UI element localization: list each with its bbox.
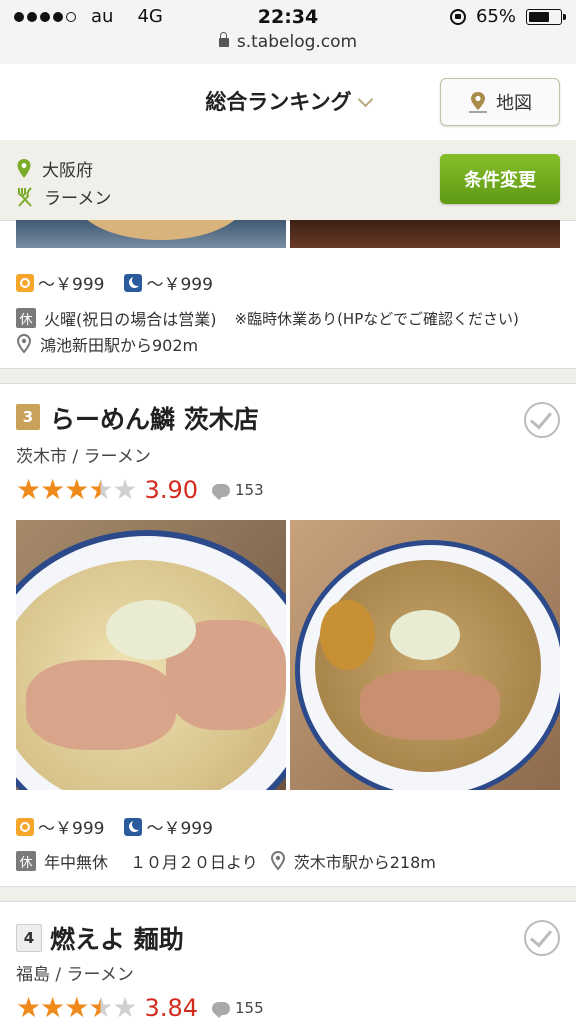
- rating-score: 3.90: [144, 476, 198, 504]
- lunch-price: ～￥999: [38, 819, 105, 839]
- condition-area: 大阪府: [16, 156, 93, 181]
- location-pin-icon: [16, 334, 32, 354]
- rating-row: ★ ★ ★ ★ ★ 3.90 153: [16, 473, 264, 506]
- rating-score: 3.84: [144, 994, 198, 1022]
- card-divider: [0, 886, 576, 902]
- star-icon: ★: [16, 473, 42, 506]
- star-icon: ★: [40, 991, 66, 1024]
- star-icon: ★: [16, 991, 42, 1024]
- condition-area-label: 大阪府: [42, 161, 93, 181]
- rank-badge: 3: [16, 404, 40, 430]
- price-row: ～￥999 ～￥999: [16, 814, 213, 839]
- condition-genre-label: ラーメン: [44, 189, 112, 209]
- holiday-text: 年中無休: [44, 853, 109, 872]
- star-rating: ★ ★ ★ ★ ★: [16, 991, 138, 1024]
- previous-holiday-row: 休 火曜(祝日の場合は営業) ※臨時休業あり(HPなどでご確認ください): [16, 306, 519, 330]
- review-count-value: 153: [234, 481, 264, 499]
- lunch-icon: [16, 817, 34, 836]
- comment-icon: [211, 1001, 230, 1018]
- lunch-icon: [16, 273, 34, 292]
- dinner-price: ～￥999: [146, 275, 213, 295]
- url-text: s.tabelog.com: [236, 32, 358, 52]
- star-icon: ★: [64, 991, 90, 1024]
- review-count[interactable]: 153: [211, 481, 264, 500]
- access-text: 茨木市駅から218m: [293, 853, 436, 872]
- previous-price-row: ～￥999 ～￥999: [16, 270, 213, 295]
- restaurant-area: 福島 / ラーメン: [16, 965, 134, 985]
- review-count-value: 155: [234, 999, 264, 1017]
- fork-knife-icon: [18, 186, 32, 207]
- holiday-text: 火曜(祝日の場合は営業): [44, 310, 217, 329]
- comment-icon: [211, 483, 230, 500]
- bookmark-check-icon[interactable]: [524, 920, 560, 956]
- dinner-icon: [124, 273, 143, 292]
- dinner-price: ～￥999: [146, 819, 213, 839]
- map-button-label: 地図: [496, 93, 532, 114]
- dinner-icon: [124, 817, 143, 836]
- chevron-down-icon: [357, 91, 373, 108]
- condition-genre: ラーメン: [16, 184, 111, 209]
- card-divider: [0, 368, 576, 384]
- battery-percent: 65%: [475, 6, 516, 27]
- map-button[interactable]: 地図: [440, 78, 560, 126]
- location-pin-icon: [17, 158, 31, 178]
- star-icon: ★: [112, 991, 138, 1024]
- bookmark-check-icon[interactable]: [524, 402, 560, 438]
- restaurant-name[interactable]: 燃えよ 麺助: [50, 920, 184, 956]
- previous-access-row: 鴻池新田駅から902m: [16, 332, 198, 356]
- previous-photo-1[interactable]: [16, 220, 286, 248]
- status-bar: au 4G 22:34 65% s.tabelog.com: [0, 0, 576, 64]
- address-bar[interactable]: s.tabelog.com: [0, 31, 576, 52]
- page-header: 総合ランキング 地図: [0, 64, 576, 141]
- page-title: 総合ランキング: [205, 90, 352, 114]
- half-star-icon: ★: [88, 991, 114, 1024]
- search-conditions: 大阪府 ラーメン 条件変更: [0, 140, 576, 221]
- half-star-icon: ★: [88, 473, 114, 506]
- opening-text: １０月２０日より: [130, 853, 258, 872]
- rotation-lock-icon: [449, 8, 466, 25]
- battery-icon: [526, 8, 566, 25]
- map-pin-icon: [469, 92, 487, 113]
- review-count[interactable]: 155: [211, 999, 264, 1018]
- star-icon: ★: [64, 473, 90, 506]
- rating-row: ★ ★ ★ ★ ★ 3.84 155: [16, 991, 264, 1024]
- rank-badge: 4: [16, 924, 42, 952]
- closed-day-icon: 休: [16, 851, 36, 871]
- location-pin-icon: [270, 851, 285, 871]
- holiday-note: ※臨時休業あり(HPなどでご確認ください): [234, 309, 519, 328]
- lunch-price: ～￥999: [38, 275, 105, 295]
- closed-day-icon: 休: [16, 308, 36, 328]
- restaurant-photo-1[interactable]: [16, 520, 286, 790]
- star-icon: ★: [112, 473, 138, 506]
- lock-icon: [218, 31, 229, 47]
- restaurant-area: 茨木市 / ラーメン: [16, 447, 151, 467]
- holiday-access-row: 休 年中無休 １０月２０日より 茨木市駅から218m: [16, 849, 436, 873]
- restaurant-photo-2[interactable]: [290, 520, 560, 790]
- star-icon: ★: [40, 473, 66, 506]
- previous-photo-2[interactable]: [290, 220, 560, 248]
- restaurant-name[interactable]: らーめん鱗 茨木店: [50, 400, 259, 436]
- change-conditions-button[interactable]: 条件変更: [440, 154, 560, 204]
- star-rating: ★ ★ ★ ★ ★: [16, 473, 138, 506]
- access-text: 鴻池新田駅から902m: [40, 336, 199, 355]
